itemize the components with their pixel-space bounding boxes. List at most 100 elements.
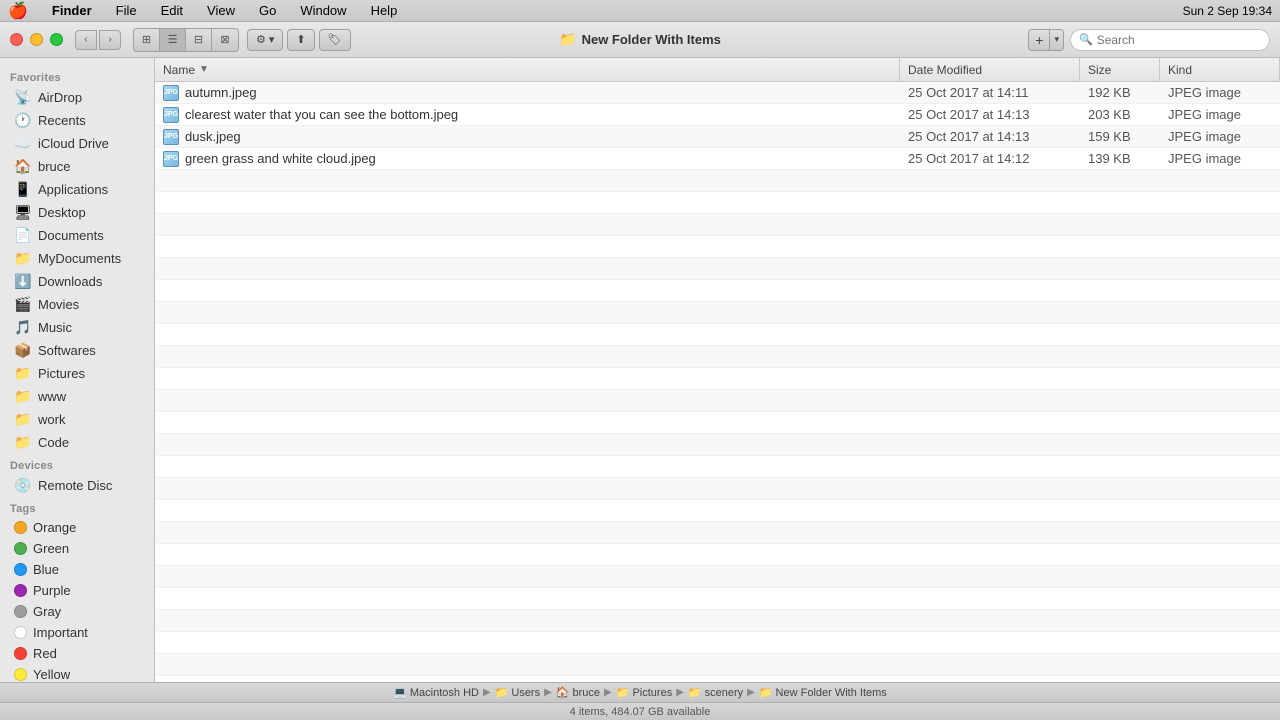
add-button[interactable]: + <box>1028 29 1050 51</box>
menu-edit[interactable]: Edit <box>157 3 187 18</box>
bc-sep-3: ▶ <box>604 687 612 698</box>
sidebar-item-documents[interactable]: 📄 Documents <box>4 224 150 247</box>
add-dropdown[interactable]: ▾ <box>1050 29 1064 51</box>
sidebar-item-icloud[interactable]: ☁️ iCloud Drive <box>4 132 150 155</box>
bc-bruce[interactable]: 🏠 bruce <box>556 686 600 699</box>
sidebar-tag-orange[interactable]: Orange <box>4 517 150 538</box>
close-button[interactable] <box>10 33 23 46</box>
menu-go[interactable]: Go <box>255 3 280 18</box>
share-button[interactable]: ⬆ <box>287 29 314 51</box>
menu-file[interactable]: File <box>112 3 141 18</box>
bc-macintosh-hd[interactable]: 💻 Macintosh HD <box>393 686 479 699</box>
menu-view[interactable]: View <box>203 3 239 18</box>
recents-icon: 🕐 <box>14 112 32 129</box>
empty-name-cell <box>155 588 900 609</box>
bc-new-folder-icon: 📁 <box>759 686 773 699</box>
sidebar-item-www[interactable]: 📁 www <box>4 385 150 408</box>
empty-date-cell <box>900 588 1080 609</box>
forward-button[interactable]: › <box>99 30 121 50</box>
sidebar-tag-yellow[interactable]: Yellow <box>4 664 150 682</box>
empty-size-cell <box>1080 566 1160 587</box>
window-title-area: 📁 New Folder With Items <box>559 31 721 48</box>
sidebar-item-recents[interactable]: 🕐 Recents <box>4 109 150 132</box>
empty-date-cell <box>900 500 1080 521</box>
sidebar-item-downloads[interactable]: ⬇️ Downloads <box>4 270 150 293</box>
empty-name-cell <box>155 390 900 411</box>
sidebar-downloads-label: Downloads <box>38 274 102 289</box>
apple-menu-icon[interactable]: 🍎 <box>8 1 28 21</box>
maximize-button[interactable] <box>50 33 63 46</box>
sidebar-tag-green[interactable]: Green <box>4 538 150 559</box>
bruce-icon: 🏠 <box>14 158 32 175</box>
empty-size-cell <box>1080 544 1160 565</box>
sidebar-tag-blue[interactable]: Blue <box>4 559 150 580</box>
empty-kind-cell <box>1160 346 1280 367</box>
sidebar-item-softwares[interactable]: 📦 Softwares <box>4 339 150 362</box>
sidebar-item-mydocuments[interactable]: 📁 MyDocuments <box>4 247 150 270</box>
col-header-kind[interactable]: Kind <box>1160 58 1280 81</box>
empty-size-cell <box>1080 588 1160 609</box>
sidebar-item-bruce[interactable]: 🏠 bruce <box>4 155 150 178</box>
view-columns-button[interactable]: ⊟ <box>186 29 212 51</box>
sidebar-item-applications[interactable]: 📱 Applications <box>4 178 150 201</box>
bc-scenery-label: scenery <box>705 687 744 699</box>
col-header-name[interactable]: Name ▼ <box>155 58 900 81</box>
bc-new-folder[interactable]: 📁 New Folder With Items <box>759 686 887 699</box>
table-row[interactable]: JPG clearest water that you can see the … <box>155 104 1280 126</box>
sidebar-item-desktop[interactable]: 🖥 Desktop <box>4 201 150 224</box>
view-gallery-button[interactable]: ⊠ <box>212 29 238 51</box>
file-thumbnail: JPG <box>163 129 179 145</box>
sidebar-tag-important[interactable]: Important <box>4 622 150 643</box>
empty-row <box>155 434 1280 456</box>
purple-tag-dot <box>14 584 27 597</box>
file-thumbnail: JPG <box>163 85 179 101</box>
arrange-button[interactable]: ⚙ ▾ <box>247 29 283 51</box>
empty-row <box>155 214 1280 236</box>
empty-kind-cell <box>1160 610 1280 631</box>
search-box[interactable]: 🔍 <box>1070 29 1270 51</box>
table-row[interactable]: JPG green grass and white cloud.jpeg 25 … <box>155 148 1280 170</box>
sidebar-tag-gray[interactable]: Gray <box>4 601 150 622</box>
softwares-icon: 📦 <box>14 342 32 359</box>
menu-help[interactable]: Help <box>367 3 402 18</box>
col-header-size[interactable]: Size <box>1080 58 1160 81</box>
devices-header: Devices <box>0 454 154 474</box>
bc-users[interactable]: 📁 Users <box>495 686 540 699</box>
file-name-label: dusk.jpeg <box>185 129 241 144</box>
back-button[interactable]: ‹ <box>75 30 97 50</box>
blue-tag-dot <box>14 563 27 576</box>
sidebar-applications-label: Applications <box>38 182 108 197</box>
empty-row <box>155 368 1280 390</box>
menu-finder[interactable]: Finder <box>48 3 96 18</box>
users-folder-icon: 📁 <box>495 686 509 699</box>
table-row[interactable]: JPG dusk.jpeg 25 Oct 2017 at 14:13 159 K… <box>155 126 1280 148</box>
sidebar-important-label: Important <box>33 625 88 640</box>
sidebar-item-music[interactable]: 🎵 Music <box>4 316 150 339</box>
sidebar-item-movies[interactable]: 🎬 Movies <box>4 293 150 316</box>
movies-icon: 🎬 <box>14 296 32 313</box>
search-input[interactable] <box>1097 33 1261 47</box>
tag-button[interactable]: 🏷 <box>319 29 351 51</box>
view-list-button[interactable]: ☰ <box>160 29 186 51</box>
sidebar-item-pictures[interactable]: 📁 Pictures <box>4 362 150 385</box>
sidebar-tag-purple[interactable]: Purple <box>4 580 150 601</box>
sidebar-item-remotedisc[interactable]: 💿 Remote Disc <box>4 474 150 497</box>
sidebar-purple-label: Purple <box>33 583 71 598</box>
view-icon-button[interactable]: ⊞ <box>134 29 160 51</box>
sidebar-blue-label: Blue <box>33 562 59 577</box>
empty-date-cell <box>900 412 1080 433</box>
sidebar-item-work[interactable]: 📁 work <box>4 408 150 431</box>
bc-pictures[interactable]: 📁 Pictures <box>616 686 672 699</box>
minimize-button[interactable] <box>30 33 43 46</box>
bc-scenery[interactable]: 📁 scenery <box>688 686 743 699</box>
sidebar-tag-red[interactable]: Red <box>4 643 150 664</box>
sidebar-item-code[interactable]: 📁 Code <box>4 431 150 454</box>
table-row[interactable]: JPG autumn.jpeg 25 Oct 2017 at 14:11 192… <box>155 82 1280 104</box>
status-bar-content: 💻 Macintosh HD ▶ 📁 Users ▶ 🏠 bruce ▶ 📁 P… <box>0 686 1280 699</box>
menu-window[interactable]: Window <box>296 3 350 18</box>
col-header-date[interactable]: Date Modified <box>900 58 1080 81</box>
empty-name-cell <box>155 346 900 367</box>
sidebar-mydocuments-label: MyDocuments <box>38 251 121 266</box>
file-kind-cell: JPEG image <box>1160 148 1280 169</box>
sidebar-item-airdrop[interactable]: 📡 AirDrop <box>4 86 150 109</box>
